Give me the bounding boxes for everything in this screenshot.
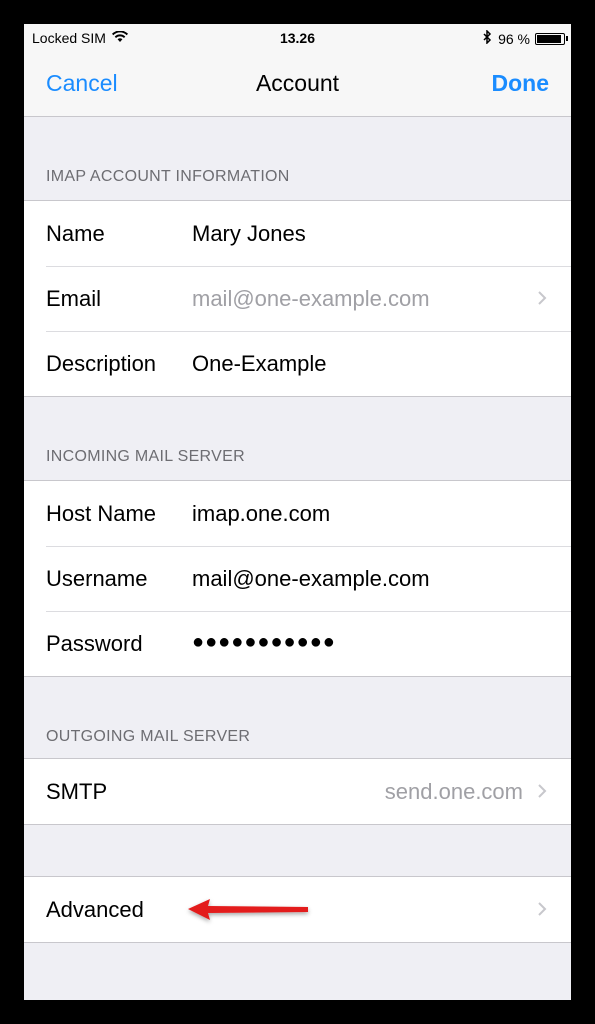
row-label: Username	[46, 566, 148, 591]
status-bar: Locked SIM 13.26 96 %	[24, 24, 571, 52]
battery-percent: 96 %	[498, 30, 530, 47]
chevron-right-icon	[538, 784, 547, 798]
chevron-right-icon	[538, 291, 547, 305]
section-header-incoming: INCOMING MAIL SERVER	[46, 448, 245, 465]
row-label: Host Name	[46, 501, 157, 526]
section-header-imap: IMAP ACCOUNT INFORMATION	[46, 168, 290, 185]
username-row[interactable]: Username mail@one-example.com	[24, 546, 571, 611]
advanced-label: Advanced	[46, 897, 144, 922]
bluetooth-icon	[483, 29, 492, 47]
username-field[interactable]: mail@one-example.com	[192, 566, 430, 592]
page-title: Account	[255, 70, 340, 96]
battery-fill	[537, 34, 561, 43]
incoming-server-group: Host Name imap.one.com Username mail@one…	[24, 480, 571, 677]
name-row[interactable]: Name Mary Jones	[24, 201, 571, 266]
smtp-row[interactable]: SMTP send.one.com	[24, 759, 571, 824]
name-field[interactable]: Mary Jones	[192, 221, 306, 247]
advanced-row[interactable]: Advanced	[24, 877, 571, 942]
row-label: Description	[46, 351, 157, 376]
advanced-group: Advanced	[24, 876, 571, 943]
host-name-field[interactable]: imap.one.com	[192, 501, 330, 527]
section-header-outgoing: OUTGOING MAIL SERVER	[46, 728, 251, 745]
password-field[interactable]: ●●●●●●●●●●●	[192, 631, 336, 654]
row-label: Password	[46, 631, 143, 656]
row-label: Name	[46, 221, 105, 246]
navigation-bar: Cancel Account Done	[24, 52, 571, 117]
email-row[interactable]: Email mail@one-example.com	[24, 266, 571, 331]
done-button[interactable]: Done	[492, 70, 550, 97]
description-field[interactable]: One-Example	[192, 351, 327, 377]
password-row[interactable]: Password ●●●●●●●●●●●	[24, 611, 571, 676]
chevron-right-icon	[538, 902, 547, 916]
phone-screen: Locked SIM 13.26 96 % Cancel Account Don…	[24, 24, 571, 1000]
battery-icon	[535, 32, 568, 45]
outgoing-server-group: SMTP send.one.com	[24, 758, 571, 825]
row-label: SMTP	[46, 779, 108, 804]
smtp-value: send.one.com	[384, 779, 523, 804]
red-arrow-icon	[188, 899, 308, 920]
description-row[interactable]: Description One-Example	[24, 331, 571, 396]
row-label: Email	[46, 286, 102, 311]
imap-account-group: Name Mary Jones Email mail@one-example.c…	[24, 200, 571, 397]
host-name-row[interactable]: Host Name imap.one.com	[24, 481, 571, 546]
email-value: mail@one-example.com	[192, 286, 430, 311]
